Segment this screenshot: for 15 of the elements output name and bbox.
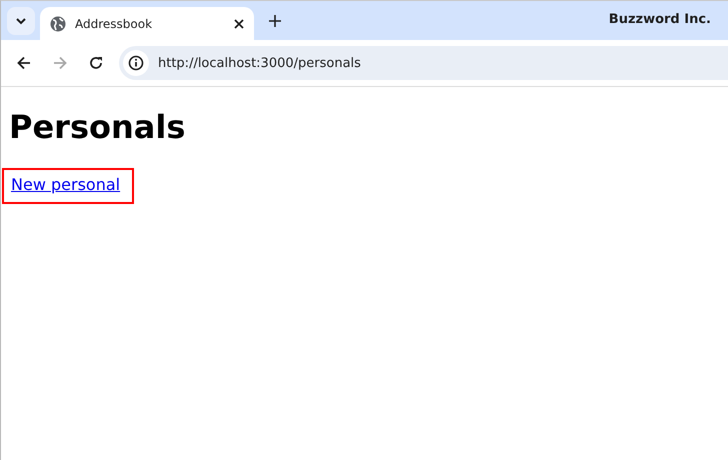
new-personal-link[interactable]: New personal <box>11 175 120 194</box>
tab-title: Addressbook <box>75 16 154 30</box>
new-tab-icon[interactable] <box>269 15 281 27</box>
globe-icon <box>50 16 66 32</box>
address-bar[interactable]: http://localhost:3000/personals <box>119 46 728 80</box>
url-text: http://localhost:3000/personals <box>158 56 361 70</box>
back-icon[interactable] <box>17 56 31 70</box>
browser-tab[interactable]: Addressbook <box>40 7 254 40</box>
tab-search-button[interactable] <box>7 7 35 35</box>
chevron-down-icon <box>16 18 26 24</box>
info-icon[interactable] <box>123 50 149 76</box>
close-icon[interactable] <box>234 18 244 28</box>
page-heading: Personals <box>9 108 186 146</box>
profile-name: Buzzword Inc. <box>608 12 711 27</box>
reload-icon[interactable] <box>89 56 103 70</box>
